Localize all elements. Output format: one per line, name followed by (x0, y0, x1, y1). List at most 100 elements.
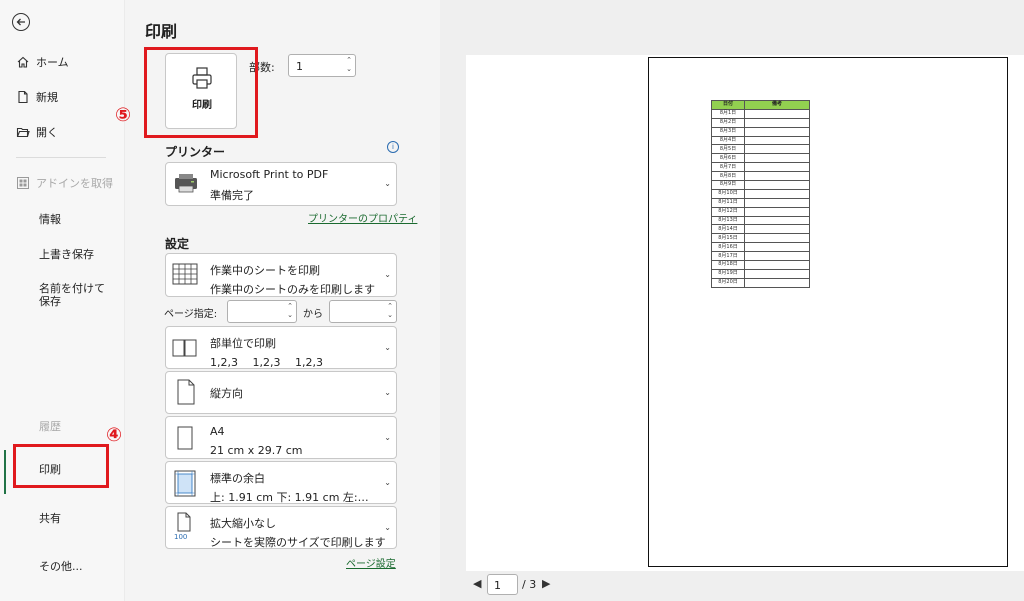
margins-icon (174, 470, 196, 497)
orientation-select[interactable]: 縦方向 ⌄ (165, 371, 397, 414)
preview-cell-date: 8月3日 (711, 126, 745, 137)
printer-select[interactable]: Microsoft Print to PDF 準備完了 ⌄ (165, 162, 397, 206)
paper-size-select[interactable]: A4 21 cm x 29.7 cm ⌄ (165, 416, 397, 459)
active-indicator (4, 450, 6, 494)
printer-device-icon (175, 174, 197, 193)
nav-item-info[interactable]: 情報 (39, 211, 61, 227)
preview-table-row: 8月20日 (711, 277, 810, 288)
nav-label-history: 履歴 (39, 420, 61, 433)
stepper-arrows-icon[interactable]: ⌃ ⌄ (346, 56, 352, 74)
preview-table: 日付 備考 8月1日 8月2日 8月3日 8月4日 8月5日 8月6日 8月7日 8月8日 8月… (711, 100, 810, 288)
dropdown-chevron-icon: ⌄ (384, 179, 391, 188)
pages-label: ページ指定: (164, 309, 218, 320)
dropdown-chevron-icon: ⌄ (384, 388, 391, 397)
print-scope-select[interactable]: 作業中のシートを印刷 作業中のシートのみを印刷します ⌄ (165, 253, 397, 297)
preview-header-notes: 備考 (744, 100, 810, 110)
preview-cell-notes (744, 224, 810, 235)
nav-item-home[interactable]: ホーム (16, 54, 69, 70)
preview-cell-notes (744, 188, 810, 199)
pages-to-input[interactable]: ⌃ ⌄ (329, 300, 397, 323)
orientation-value: 縦方向 (210, 387, 243, 400)
nav-label-open: 開く (36, 126, 58, 139)
preview-cell-notes (744, 108, 810, 119)
preview-table-row: 8月2日 (711, 117, 810, 128)
preview-cell-date: 8月11日 (711, 197, 745, 208)
preview-table-row: 8月4日 (711, 135, 810, 146)
preview-cell-notes (744, 135, 810, 146)
preview-cell-notes (744, 171, 810, 182)
pages-from-input[interactable]: ⌃ ⌄ (227, 300, 297, 323)
highlight-print-nav (13, 444, 109, 488)
preview-cell-notes (744, 260, 810, 270)
preview-table-row: 8月6日 (711, 153, 810, 164)
preview-table-row: 8月1日 (711, 108, 810, 119)
preview-table-row: 8月19日 (711, 268, 810, 279)
preview-table-row: 8月10日 (711, 188, 810, 199)
preview-cell-notes (744, 180, 810, 190)
preview-cell-date: 8月1日 (711, 108, 745, 119)
sheet-grid-icon (172, 263, 198, 285)
margins-select[interactable]: 標準の余白 上: 1.91 cm 下: 1.91 cm 左:… ⌄ (165, 461, 397, 504)
nav-item-open[interactable]: 開く (16, 124, 58, 140)
nav-item-save[interactable]: 上書き保存 (39, 246, 94, 262)
stepper-arrows-icon[interactable]: ⌃ ⌄ (387, 302, 393, 320)
dropdown-chevron-icon: ⌄ (384, 343, 391, 352)
nav-label-addins: アドインを取得 (36, 177, 113, 190)
nav-item-addins: アドインを取得 (16, 175, 113, 191)
preview-table-row: 8月11日 (711, 197, 810, 208)
info-icon[interactable]: i (387, 141, 399, 153)
nav-item-new[interactable]: 新規 (16, 89, 58, 105)
total-pages: / 3 (522, 578, 537, 591)
nav-item-share[interactable]: 共有 (39, 510, 61, 526)
nav-divider (16, 157, 106, 158)
collate-select[interactable]: 部単位で印刷 1,2,3 1,2,3 1,2,3 ⌄ (165, 326, 397, 369)
preview-cell-notes (744, 277, 810, 288)
printer-properties-link[interactable]: プリンターのプロパティ (308, 210, 417, 225)
nav-label-new: 新規 (36, 91, 58, 104)
printer-name: Microsoft Print to PDF (210, 168, 329, 181)
back-arrow-icon[interactable] (12, 13, 30, 31)
preview-cell-notes (744, 126, 810, 137)
preview-header-date: 日付 (711, 100, 745, 110)
preview-cell-notes (744, 117, 810, 128)
preview-cell-date: 8月14日 (711, 224, 745, 235)
paper-size-icon (177, 426, 193, 450)
print-scope-line1: 作業中のシートを印刷 (210, 264, 320, 277)
preview-page: 日付 備考 8月1日 8月2日 8月3日 8月4日 8月5日 8月6日 8月7日 8月8日 8月… (648, 57, 1008, 567)
stepper-arrows-icon[interactable]: ⌃ ⌄ (287, 302, 293, 320)
preview-table-row: 8月3日 (711, 126, 810, 137)
copies-value: 1 (296, 60, 303, 73)
preview-cell-date: 8月13日 (711, 215, 745, 226)
home-icon (17, 56, 29, 68)
paper-size-line1: A4 (210, 425, 225, 438)
preview-cell-notes (744, 206, 810, 217)
scaling-select[interactable]: 100 拡大縮小なし シートを実際のサイズで印刷します ⌄ (165, 506, 397, 549)
previous-page-icon[interactable]: ◀ (473, 577, 481, 590)
preview-cell-notes (744, 144, 810, 155)
paper-size-line2: 21 cm x 29.7 cm (210, 444, 303, 457)
preview-cell-date: 8月6日 (711, 153, 745, 164)
dropdown-chevron-icon: ⌄ (384, 478, 391, 487)
current-page-input[interactable]: 1 (487, 574, 518, 595)
print-preview-area: 日付 備考 8月1日 8月2日 8月3日 8月4日 8月5日 8月6日 8月7日 8月8日 8月… (440, 0, 1024, 601)
preview-table-row: 8月5日 (711, 144, 810, 155)
preview-table-row: 8月13日 (711, 215, 810, 226)
copies-stepper[interactable]: 1 ⌃ ⌄ (288, 54, 356, 77)
next-page-icon[interactable]: ▶ (542, 577, 550, 590)
preview-cell-date: 8月17日 (711, 251, 745, 262)
preview-cell-notes (744, 268, 810, 279)
scaling-line2: シートを実際のサイズで印刷します (210, 536, 386, 549)
nav-item-save-as[interactable]: 名前を付けて保存 (39, 282, 114, 308)
addins-grid-icon (17, 177, 29, 189)
scaling-page-icon (177, 512, 191, 532)
preview-cell-date: 8月12日 (711, 206, 745, 217)
nav-item-more[interactable]: その他... (39, 558, 83, 574)
preview-cell-date: 8月5日 (711, 144, 745, 155)
preview-cell-date: 8月8日 (711, 171, 745, 182)
page-setup-link[interactable]: ページ設定 (346, 555, 396, 570)
preview-cell-date: 8月2日 (711, 117, 745, 128)
preview-cell-notes (744, 215, 810, 226)
nav-label-share: 共有 (39, 512, 61, 525)
scaling-icon-text: 100 (174, 533, 188, 541)
preview-table-row: 8月18日 (711, 260, 810, 270)
